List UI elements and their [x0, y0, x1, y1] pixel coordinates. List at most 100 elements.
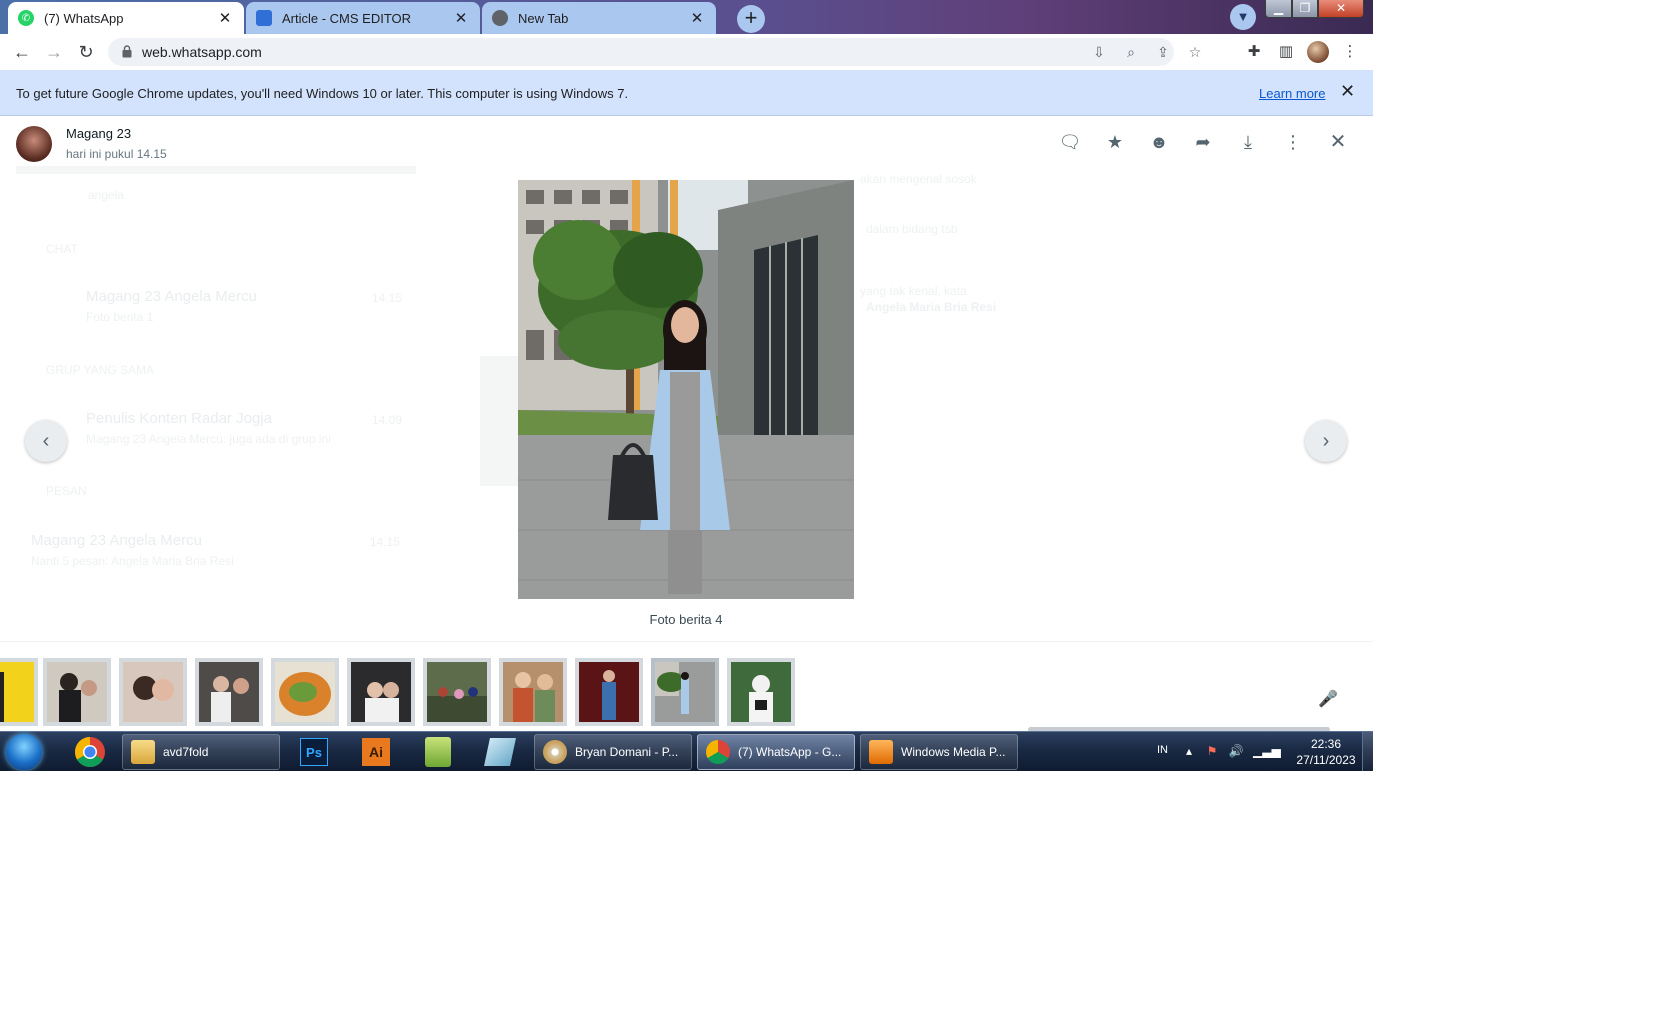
media-thumbnail[interactable]	[499, 658, 567, 726]
task-label: Bryan Domani - P...	[575, 745, 679, 759]
infobar-close-icon[interactable]: ✕	[1340, 81, 1355, 102]
folder-icon	[131, 740, 155, 764]
url-text[interactable]: web.whatsapp.com	[142, 44, 262, 60]
cms-favicon-icon	[256, 10, 272, 26]
media-thumbnail[interactable]	[119, 658, 187, 726]
chrome-menu-icon[interactable]: ⋮	[1340, 42, 1360, 62]
message-icon[interactable]: 🗨	[1058, 130, 1082, 154]
menu-icon[interactable]: ⋮	[1281, 130, 1305, 154]
media-thumbnail[interactable]	[43, 658, 111, 726]
network-signal-icon[interactable]: ▁▃▅	[1253, 742, 1281, 760]
browser-toolbar: ← → ↻ web.whatsapp.com ⇩ ⌕ ⇪ ☆ ✚ ▥ ⋮	[0, 34, 1373, 70]
back-icon[interactable]: ←	[11, 41, 33, 63]
tab-title: (7) WhatsApp	[44, 10, 124, 26]
sender-avatar[interactable]	[16, 126, 52, 162]
new-tab-plus-icon[interactable]: +	[737, 5, 765, 33]
taskbar-task-chrome-whatsapp[interactable]: (7) WhatsApp - G...	[697, 734, 855, 770]
clock-date[interactable]: 27/11/2023	[1282, 753, 1370, 767]
start-button-icon[interactable]	[6, 734, 42, 770]
action-center-flag-icon[interactable]: ⚑	[1203, 742, 1221, 760]
star-icon[interactable]: ★	[1103, 130, 1127, 154]
ghost-msg-time: 14.15	[370, 535, 401, 549]
ghost-section-messages: PESAN	[46, 484, 87, 498]
main-photo-image	[518, 180, 854, 599]
profile-avatar[interactable]	[1307, 41, 1329, 63]
media-thumbnail[interactable]	[195, 658, 263, 726]
close-icon[interactable]: ✕	[1326, 130, 1350, 154]
bookmark-star-icon[interactable]: ☆	[1186, 43, 1204, 61]
install-app-icon[interactable]: ⇩	[1090, 43, 1108, 61]
chrome-icon	[706, 740, 730, 764]
infobar-message: To get future Google Chrome updates, you…	[16, 86, 629, 101]
app-blue-taskbar-icon[interactable]	[476, 735, 524, 769]
media-thumbnail[interactable]	[575, 658, 643, 726]
ghost-section-chat: CHAT	[46, 242, 78, 256]
ghost-section-groups: GRUP YANG SAMA	[46, 363, 155, 377]
mic-icon: 🎤	[1318, 691, 1338, 708]
media-thumbnail[interactable]	[727, 658, 795, 726]
media-player-icon	[869, 740, 893, 764]
forward-icon[interactable]: ➦	[1191, 130, 1215, 154]
language-indicator[interactable]: IN	[1157, 744, 1168, 756]
reload-icon[interactable]: ↻	[75, 41, 97, 63]
show-hidden-icons-icon[interactable]: ▴	[1180, 742, 1198, 760]
illustrator-taskbar-icon[interactable]: Ai	[352, 735, 400, 769]
chrome-window: ✆ (7) WhatsApp ✕ Article - CMS EDITOR ✕ …	[0, 0, 1373, 771]
omnibox[interactable]: web.whatsapp.com ⇩ ⌕ ⇪ ☆	[108, 38, 1201, 66]
ghost-msg-preview: Nanti 5 pesan: Angela Maria Bria Resi	[31, 554, 234, 568]
show-desktop-button[interactable]	[1362, 732, 1373, 771]
extensions-puzzle-icon[interactable]: ✚	[1244, 42, 1264, 62]
zoom-icon[interactable]: ⌕	[1122, 43, 1140, 61]
media-thumbnail[interactable]	[423, 658, 491, 726]
volume-icon[interactable]: 🔊	[1227, 742, 1245, 760]
illustrator-icon: Ai	[362, 738, 390, 766]
tab-whatsapp[interactable]: ✆ (7) WhatsApp ✕	[8, 2, 244, 34]
paint-icon	[543, 740, 567, 764]
ghost-bubble-line-3: yang tak kenal, kata	[860, 284, 967, 298]
tab-strip: ✆ (7) WhatsApp ✕ Article - CMS EDITOR ✕ …	[0, 0, 1373, 34]
download-icon[interactable]: ⤓	[1236, 130, 1260, 154]
tab-new-tab[interactable]: New Tab ✕	[482, 2, 716, 34]
main-photo	[518, 180, 854, 599]
window-close-icon[interactable]: ✕	[1318, 0, 1364, 18]
thumbnail-image	[731, 662, 791, 722]
chrome-logo-icon	[74, 737, 105, 768]
ghost-search-text: angela	[88, 188, 125, 202]
photoshop-taskbar-icon[interactable]: Ps	[290, 735, 338, 769]
chrome-favicon-icon	[492, 10, 508, 26]
media-thumbnail[interactable]	[271, 658, 339, 726]
window-restore-icon[interactable]: ❐	[1292, 0, 1318, 18]
taskbar-task-explorer[interactable]: avd7fold	[122, 734, 280, 770]
tab-search-chevron-icon[interactable]: ▼	[1230, 4, 1256, 30]
taskbar-task-media-player[interactable]: Windows Media P...	[860, 734, 1018, 770]
ghost-chat-name: Magang 23 Angela Mercu	[86, 288, 257, 305]
window-minimize-icon[interactable]: ▁	[1265, 0, 1292, 18]
media-thumbnail[interactable]	[0, 658, 38, 726]
thumbnail-image	[579, 662, 639, 722]
whatsapp-favicon-icon: ✆	[18, 10, 34, 26]
tab-title: New Tab	[518, 10, 569, 26]
emoji-icon[interactable]: ☻	[1147, 130, 1171, 154]
app-green-taskbar-icon[interactable]	[414, 735, 462, 769]
chrome-taskbar-icon[interactable]	[66, 735, 114, 769]
taskbar-task-paint[interactable]: Bryan Domani - P...	[534, 734, 692, 770]
side-panel-icon[interactable]: ▥	[1276, 42, 1296, 62]
learn-more-link[interactable]: Learn more	[1259, 86, 1325, 101]
clock-time[interactable]: 22:36	[1296, 737, 1356, 751]
media-thumbnail-current[interactable]	[651, 658, 719, 726]
media-thumbnail[interactable]	[347, 658, 415, 726]
tab-cms-editor[interactable]: Article - CMS EDITOR ✕	[246, 2, 480, 34]
tab-close-icon[interactable]: ✕	[216, 9, 234, 27]
tab-close-icon[interactable]: ✕	[452, 9, 470, 27]
next-media-chevron-right-icon[interactable]: ›	[1305, 420, 1347, 462]
sender-name[interactable]: Magang 23	[66, 126, 131, 141]
previous-media-chevron-left-icon[interactable]: ‹	[25, 420, 67, 462]
lock-icon[interactable]	[122, 45, 132, 58]
forward-nav-icon[interactable]: →	[43, 41, 65, 63]
ghost-group-time: 14.09	[372, 413, 403, 427]
screen: ✆ (7) WhatsApp ✕ Article - CMS EDITOR ✕ …	[0, 0, 1678, 1032]
task-label: avd7fold	[163, 745, 209, 759]
share-icon[interactable]: ⇪	[1154, 43, 1172, 61]
tab-close-icon[interactable]: ✕	[688, 9, 706, 27]
thumbnail-image	[503, 662, 563, 722]
